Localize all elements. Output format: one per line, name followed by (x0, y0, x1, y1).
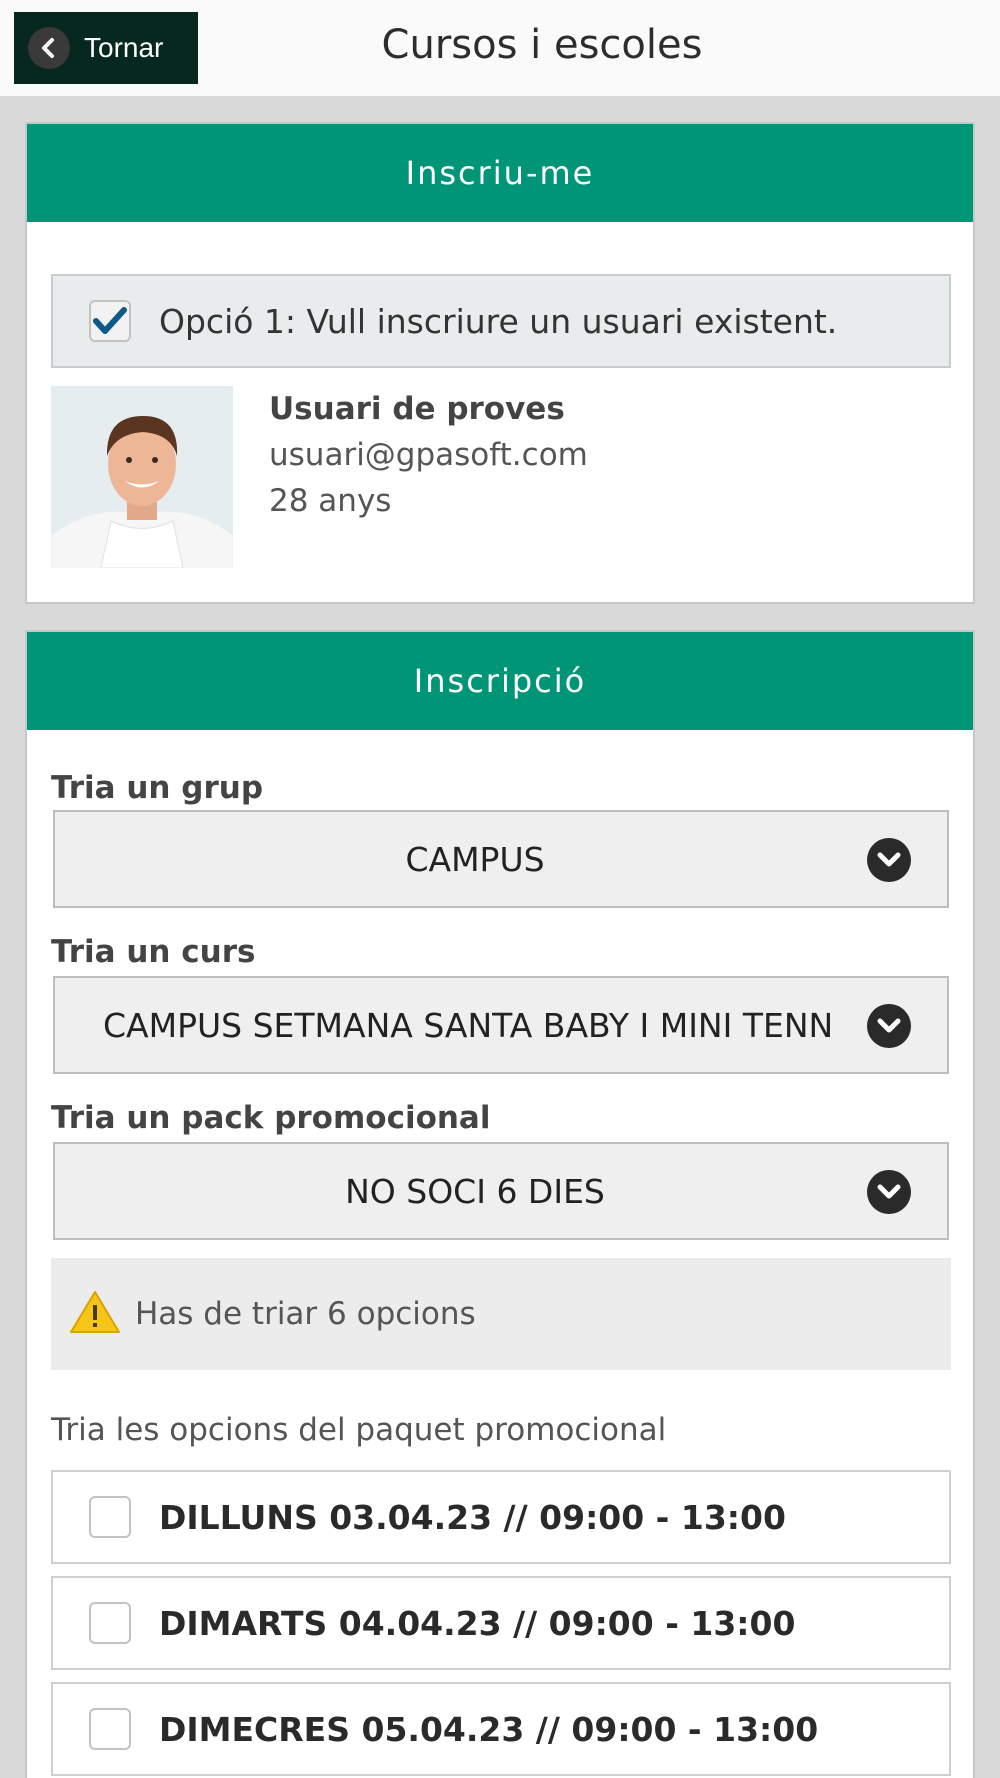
user-details: Usuari de proves usuari@gpasoft.com 28 a… (269, 386, 588, 524)
enroll-card-title: Inscriu-me (27, 124, 973, 222)
user-email: usuari@gpasoft.com (269, 437, 588, 473)
day-checkbox[interactable] (89, 1602, 131, 1644)
page-title: Cursos i escoles (381, 22, 703, 68)
course-select[interactable]: CAMPUS SETMANA SANTA BABY I MINI TENN (53, 976, 949, 1074)
warning-text: Has de triar 6 opcions (135, 1296, 476, 1332)
day-label: DILLUNS 03.04.23 // 09:00 - 13:00 (159, 1497, 786, 1537)
chevron-down-icon (867, 1004, 911, 1048)
existing-user-option[interactable]: Opció 1: Vull inscriure un usuari existe… (51, 274, 951, 368)
warning-message: Has de triar 6 opcions (51, 1258, 951, 1370)
course-label: Tria un curs (51, 934, 256, 970)
user-age: 28 anys (269, 483, 392, 519)
user-name: Usuari de proves (269, 391, 565, 427)
pack-select[interactable]: NO SOCI 6 DIES (53, 1142, 949, 1240)
existing-user-option-label: Opció 1: Vull inscriure un usuari existe… (159, 301, 838, 341)
list-item[interactable]: DIMARTS 04.04.23 // 09:00 - 13:00 (51, 1576, 951, 1670)
chevron-down-icon (867, 838, 911, 882)
enroll-card: Inscriu-me Opció 1: Vull inscriure un us… (25, 122, 975, 604)
course-select-value: CAMPUS SETMANA SANTA BABY I MINI TENN (103, 1005, 834, 1045)
group-select[interactable]: CAMPUS (53, 810, 949, 908)
day-checkbox[interactable] (89, 1496, 131, 1538)
pack-label: Tria un pack promocional (51, 1100, 491, 1136)
pack-select-value: NO SOCI 6 DIES (345, 1171, 605, 1211)
warning-icon (69, 1289, 121, 1339)
day-checkbox[interactable] (89, 1708, 131, 1750)
checkmark-icon (93, 307, 127, 334)
list-item[interactable]: DILLUNS 03.04.23 // 09:00 - 13:00 (51, 1470, 951, 1564)
group-label: Tria un grup (51, 770, 264, 806)
day-label: DIMECRES 05.04.23 // 09:00 - 13:00 (159, 1709, 819, 1749)
registration-card-title: Inscripció (27, 632, 973, 730)
pack-options-title: Tria les opcions del paquet promocional (51, 1412, 667, 1448)
top-bar: Tornar Cursos i escoles (0, 0, 1000, 96)
list-item[interactable]: DIMECRES 05.04.23 // 09:00 - 13:00 (51, 1682, 951, 1776)
group-select-value: CAMPUS (405, 839, 545, 879)
chevron-down-icon (867, 1170, 911, 1214)
existing-user-checkbox[interactable] (89, 300, 131, 342)
registration-card: Inscripció Tria un grup CAMPUS Tria un c… (25, 630, 975, 1778)
user-avatar (51, 386, 233, 568)
day-label: DIMARTS 04.04.23 // 09:00 - 13:00 (159, 1603, 796, 1643)
